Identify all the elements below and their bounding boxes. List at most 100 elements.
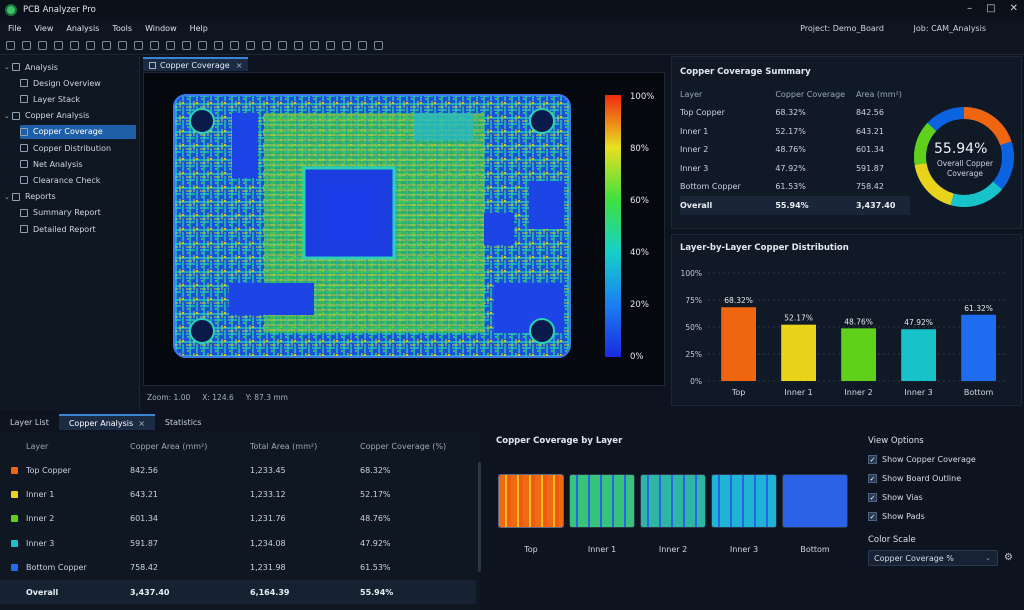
tree-item[interactable]: Detailed Report (20, 222, 136, 236)
table-row[interactable]: Inner 3 591.87 1,234.08 47.92% (0, 531, 476, 555)
toolbar-tool-icon[interactable] (342, 40, 351, 50)
toolbar-tool-icon[interactable] (38, 40, 47, 50)
checkbox-checked-icon[interactable]: ✓ (868, 455, 877, 464)
tree-item[interactable]: Design Overview (20, 76, 136, 90)
thumbs-title: Copper Coverage by Layer (496, 436, 623, 446)
toolbar-tool-icon[interactable] (166, 40, 175, 50)
color-scale-select[interactable]: Copper Coverage % ⌄ (868, 550, 998, 566)
tree-item[interactable]: ⌄ Copper Analysis (4, 109, 136, 123)
table-row[interactable]: Inner 1 643.21 1,233.12 52.17% (0, 482, 476, 506)
pcb-heatmap[interactable] (144, 73, 666, 387)
menu-window[interactable]: Window (145, 24, 177, 33)
menu-analysis[interactable]: Analysis (66, 24, 99, 33)
layer-thumbnail[interactable] (782, 474, 848, 528)
tree-item[interactable]: ⌄ Analysis (4, 60, 136, 74)
pcb-viewer[interactable]: 100% 80% 60% 40% 20% 0% (143, 72, 665, 386)
table-row[interactable]: Top Copper 842.56 1,233.45 68.32% (0, 458, 476, 482)
tree-item[interactable]: Layer Stack (20, 92, 136, 106)
tab-statistics[interactable]: Statistics (155, 414, 212, 430)
gear-icon[interactable]: ⚙ (1004, 552, 1013, 563)
minimize-icon[interactable]: – (967, 3, 972, 14)
bar[interactable] (721, 307, 756, 381)
total-cell: Overall (680, 200, 713, 210)
expand-caret-icon[interactable]: ⌄ (4, 193, 12, 201)
toolbar-tool-icon[interactable] (310, 40, 319, 50)
checkbox-checked-icon[interactable]: ✓ (868, 512, 877, 521)
menu-view[interactable]: View (34, 24, 53, 33)
toolbar-tool-icon[interactable] (198, 40, 207, 50)
bar-value-label: 47.92% (904, 318, 933, 327)
close-icon[interactable]: ✕ (1010, 3, 1018, 14)
tree-item[interactable]: Copper Coverage (20, 124, 136, 139)
layer-name: Top Copper (26, 465, 71, 475)
copper-pad (229, 283, 314, 315)
tree-item-label: Layer Stack (33, 94, 80, 104)
bar-chart: 0% 25% 50% 75% 100% 68.32% Top 52.17% Inner 1 48.… (681, 269, 1008, 397)
bar[interactable] (901, 329, 936, 381)
layer-thumbnail[interactable] (498, 474, 564, 528)
toolbar-tool-icon[interactable] (102, 40, 111, 50)
toolbar-tool-icon[interactable] (294, 40, 303, 50)
toolbar-tool-icon[interactable] (86, 40, 95, 50)
toolbar-tool-icon[interactable] (150, 40, 159, 50)
toolbar-tool-icon[interactable] (6, 40, 15, 50)
tree-item[interactable]: ⌄ Reports (4, 190, 136, 204)
layer-thumbnail[interactable] (640, 474, 706, 528)
toolbar-tool-icon[interactable] (262, 40, 271, 50)
tab-close-icon[interactable]: × (236, 61, 243, 70)
menu-file[interactable]: File (8, 24, 21, 33)
checkbox-checked-icon[interactable]: ✓ (868, 474, 877, 483)
tab-layer-list[interactable]: Layer List (0, 414, 59, 430)
bar[interactable] (961, 314, 996, 381)
table-cell: 643.21 (130, 489, 158, 499)
expand-caret-icon[interactable]: ⌄ (4, 63, 12, 71)
view-option-checkbox[interactable]: ✓ Show Board Outline (868, 474, 961, 483)
view-option-checkbox[interactable]: ✓ Show Vias (868, 493, 923, 502)
table-scrollbar[interactable] (478, 462, 481, 572)
image-icon (149, 61, 156, 69)
checkbox-checked-icon[interactable]: ✓ (868, 493, 877, 502)
table-row[interactable]: Inner 2 601.34 1,231.76 48.76% (0, 507, 476, 531)
bottom-tabs: Layer List Copper Analysis × Statistics (0, 414, 211, 430)
menu-tools[interactable]: Tools (112, 24, 132, 33)
bar[interactable] (841, 328, 876, 381)
toolbar-tool-icon[interactable] (374, 40, 383, 50)
tree-item[interactable]: Copper Distribution (20, 141, 136, 155)
tree-item[interactable]: Clearance Check (20, 173, 136, 187)
tree-item-label: Clearance Check (33, 175, 101, 185)
summary-cell: 68.32% (775, 108, 806, 118)
toolbar-tool-icon[interactable] (230, 40, 239, 50)
bar[interactable] (781, 324, 816, 381)
toolbar-tool-icon[interactable] (358, 40, 367, 50)
tree-item-label: Summary Report (33, 208, 101, 218)
toolbar-tool-icon[interactable] (214, 40, 223, 50)
tab-copper-analysis[interactable]: Copper Analysis × (58, 414, 155, 430)
table-row[interactable]: Bottom Copper 758.42 1,231.98 61.53% (0, 556, 476, 580)
thumbnail-label: Top (524, 545, 538, 554)
copper-pad (414, 113, 474, 141)
expand-caret-icon[interactable]: ⌄ (4, 112, 12, 120)
thumbnail-label: Inner 1 (587, 545, 617, 554)
layer-thumbnail[interactable] (569, 474, 635, 528)
toolbar-tool-icon[interactable] (246, 40, 255, 50)
toolbar-tool-icon[interactable] (118, 40, 127, 50)
tree-item[interactable]: Net Analysis (20, 157, 136, 171)
bar-value-label: 52.17% (784, 314, 813, 323)
tab-copper-coverage[interactable]: Copper Coverage × (143, 57, 249, 71)
layer-thumbnail[interactable] (711, 474, 777, 528)
toolbar-tool-icon[interactable] (278, 40, 287, 50)
toolbar-tool-icon[interactable] (182, 40, 191, 50)
toolbar-tool-icon[interactable] (134, 40, 143, 50)
x-tick-label: Bottom (964, 388, 994, 397)
toolbar-tool-icon[interactable] (326, 40, 335, 50)
tree-item[interactable]: Summary Report (20, 206, 136, 220)
view-option-checkbox[interactable]: ✓ Show Copper Coverage (868, 455, 976, 464)
toolbar-tool-icon[interactable] (54, 40, 63, 50)
tab-close-icon[interactable]: × (138, 419, 145, 428)
toolbar-tool-icon[interactable] (22, 40, 31, 50)
maximize-icon[interactable]: □ (986, 3, 995, 14)
view-option-checkbox[interactable]: ✓ Show Pads (868, 512, 925, 521)
menu-help[interactable]: Help (190, 24, 208, 33)
header-cell: Copper Coverage (%) (360, 441, 447, 451)
toolbar-tool-icon[interactable] (70, 40, 79, 50)
